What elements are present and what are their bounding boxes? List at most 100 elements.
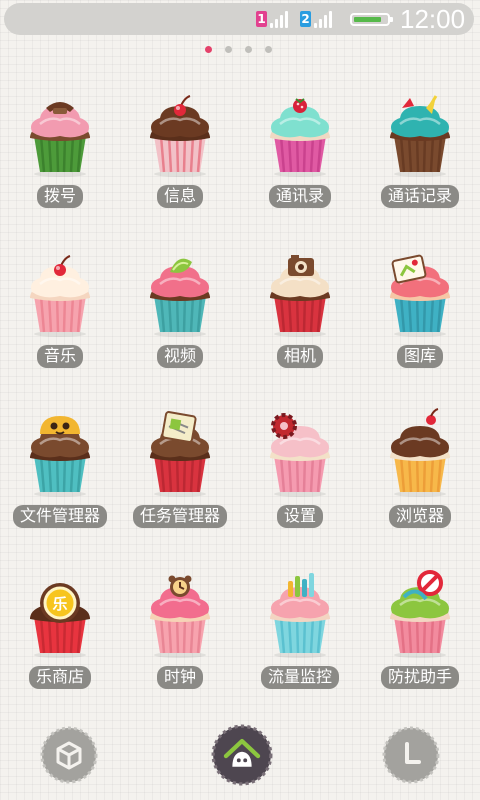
app-label-text: 通话记录 — [380, 185, 459, 208]
battery-icon — [350, 13, 393, 26]
app-cupcake-camera[interactable]: 相机 — [240, 246, 360, 404]
app-cupcake-teal-arrows[interactable]: 通话记录 — [360, 86, 480, 244]
app-icon — [380, 567, 460, 659]
app-label: 防扰助手 — [360, 666, 480, 689]
app-icon — [260, 86, 340, 178]
app-label-text: 相机 — [276, 345, 323, 368]
app-cupcake-gear[interactable]: 设置 — [240, 406, 360, 564]
page-dot[interactable] — [265, 46, 272, 53]
app-cupcake-meter[interactable]: 流量监控 — [240, 567, 360, 725]
app-cupcake-block[interactable]: 防扰助手 — [360, 567, 480, 725]
app-icon — [140, 86, 220, 178]
cupcake-notes-icon — [150, 411, 210, 497]
cupcake-globe-icon — [390, 408, 450, 497]
app-cupcake-notes[interactable]: 任务管理器 — [120, 406, 240, 564]
app-cupcake-clock[interactable]: 时钟 — [120, 567, 240, 725]
cupcake-block-icon — [390, 570, 450, 658]
cupcake-picture-icon — [390, 254, 450, 337]
app-label: 通话记录 — [360, 185, 480, 208]
app-cupcake-pink-lime[interactable]: 视频 — [120, 246, 240, 404]
app-label: 文件管理器 — [0, 505, 120, 528]
app-label: 相机 — [240, 345, 360, 368]
app-icon — [260, 406, 340, 498]
app-label: 拨号 — [0, 185, 120, 208]
sim2-badge: 2 — [300, 11, 311, 27]
app-label-text: 设置 — [276, 505, 323, 528]
app-icon — [20, 406, 100, 498]
app-label-text: 任务管理器 — [132, 505, 227, 528]
app-label-text: 防扰助手 — [380, 666, 459, 689]
home-icon — [211, 724, 273, 786]
cupcake-vanilla-cherry-icon — [30, 255, 90, 337]
app-label-text: 信息 — [156, 185, 203, 208]
clock-icon — [382, 726, 440, 784]
signal-bars-icon — [270, 10, 292, 28]
app-label-text: 时钟 — [156, 666, 203, 689]
cupcake-chocolate-cherry-icon — [150, 95, 210, 177]
app-label-text: 拨号 — [36, 185, 83, 208]
app-cupcake-vanilla-cherry[interactable]: 音乐 — [0, 246, 120, 404]
app-icon — [380, 406, 460, 498]
dock-cube-button[interactable] — [40, 726, 98, 784]
app-label-text: 流量监控 — [260, 666, 339, 689]
page-dot[interactable] — [205, 46, 212, 53]
cupcake-clock-icon — [150, 575, 210, 658]
app-icon — [260, 567, 340, 659]
page-dot[interactable] — [225, 46, 232, 53]
app-icon — [260, 246, 340, 338]
app-cupcake-mint-berry[interactable]: 通讯录 — [240, 86, 360, 244]
app-label: 流量监控 — [240, 666, 360, 689]
app-cupcake-globe[interactable]: 浏览器 — [360, 406, 480, 564]
dock-home-button[interactable] — [211, 724, 273, 786]
app-cupcake-folder[interactable]: 文件管理器 — [0, 406, 120, 564]
app-label-text: 视频 — [156, 345, 203, 368]
app-icon — [380, 246, 460, 338]
cupcake-meter-icon — [270, 573, 330, 658]
app-label: 音乐 — [0, 345, 120, 368]
cupcake-mint-berry-icon — [270, 98, 330, 177]
battery-level — [354, 17, 381, 22]
signal-bars-icon — [314, 10, 336, 28]
app-icon — [380, 86, 460, 178]
status-bar: 1 2 12:00 — [4, 3, 474, 35]
cupcake-teal-arrows-icon — [390, 95, 450, 177]
cupcake-store-icon: 乐 — [30, 583, 90, 658]
cupcake-phone-icon — [30, 102, 90, 177]
cupcake-camera-icon — [270, 255, 330, 337]
svg-text:乐: 乐 — [52, 595, 67, 613]
app-icon — [140, 246, 220, 338]
cupcake-gear-icon — [270, 413, 330, 497]
cupcake-folder-icon — [30, 416, 90, 497]
app-cupcake-picture[interactable]: 图库 — [360, 246, 480, 404]
app-label-text: 乐商店 — [28, 666, 91, 689]
dock-clock-button[interactable] — [382, 726, 440, 784]
app-label: 信息 — [120, 185, 240, 208]
sim1-signal: 1 — [256, 9, 294, 29]
app-label: 任务管理器 — [120, 505, 240, 528]
cupcake-pink-lime-icon — [150, 258, 210, 337]
page-dot[interactable] — [245, 46, 252, 53]
status-clock: 12:00 — [400, 4, 466, 34]
app-label-text: 文件管理器 — [12, 505, 107, 528]
app-cupcake-phone[interactable]: 拨号 — [0, 86, 120, 244]
app-icon — [140, 406, 220, 498]
cube-icon — [40, 726, 98, 784]
app-icon — [20, 86, 100, 178]
app-cupcake-chocolate-cherry[interactable]: 信息 — [120, 86, 240, 244]
app-label: 时钟 — [120, 666, 240, 689]
app-icon: 乐 — [20, 567, 100, 659]
app-label-text: 浏览器 — [388, 505, 451, 528]
app-label-text: 音乐 — [36, 345, 83, 368]
app-cupcake-store[interactable]: 乐乐商店 — [0, 567, 120, 725]
app-icon — [140, 567, 220, 659]
app-label: 乐商店 — [0, 666, 120, 689]
app-label: 通讯录 — [240, 185, 360, 208]
app-label: 浏览器 — [360, 505, 480, 528]
app-label: 图库 — [360, 345, 480, 368]
page-indicator — [205, 45, 275, 55]
app-label-text: 图库 — [396, 345, 443, 368]
sim2-signal: 2 — [300, 9, 338, 29]
sim1-badge: 1 — [256, 11, 267, 27]
app-label-text: 通讯录 — [268, 185, 331, 208]
app-label: 视频 — [120, 345, 240, 368]
